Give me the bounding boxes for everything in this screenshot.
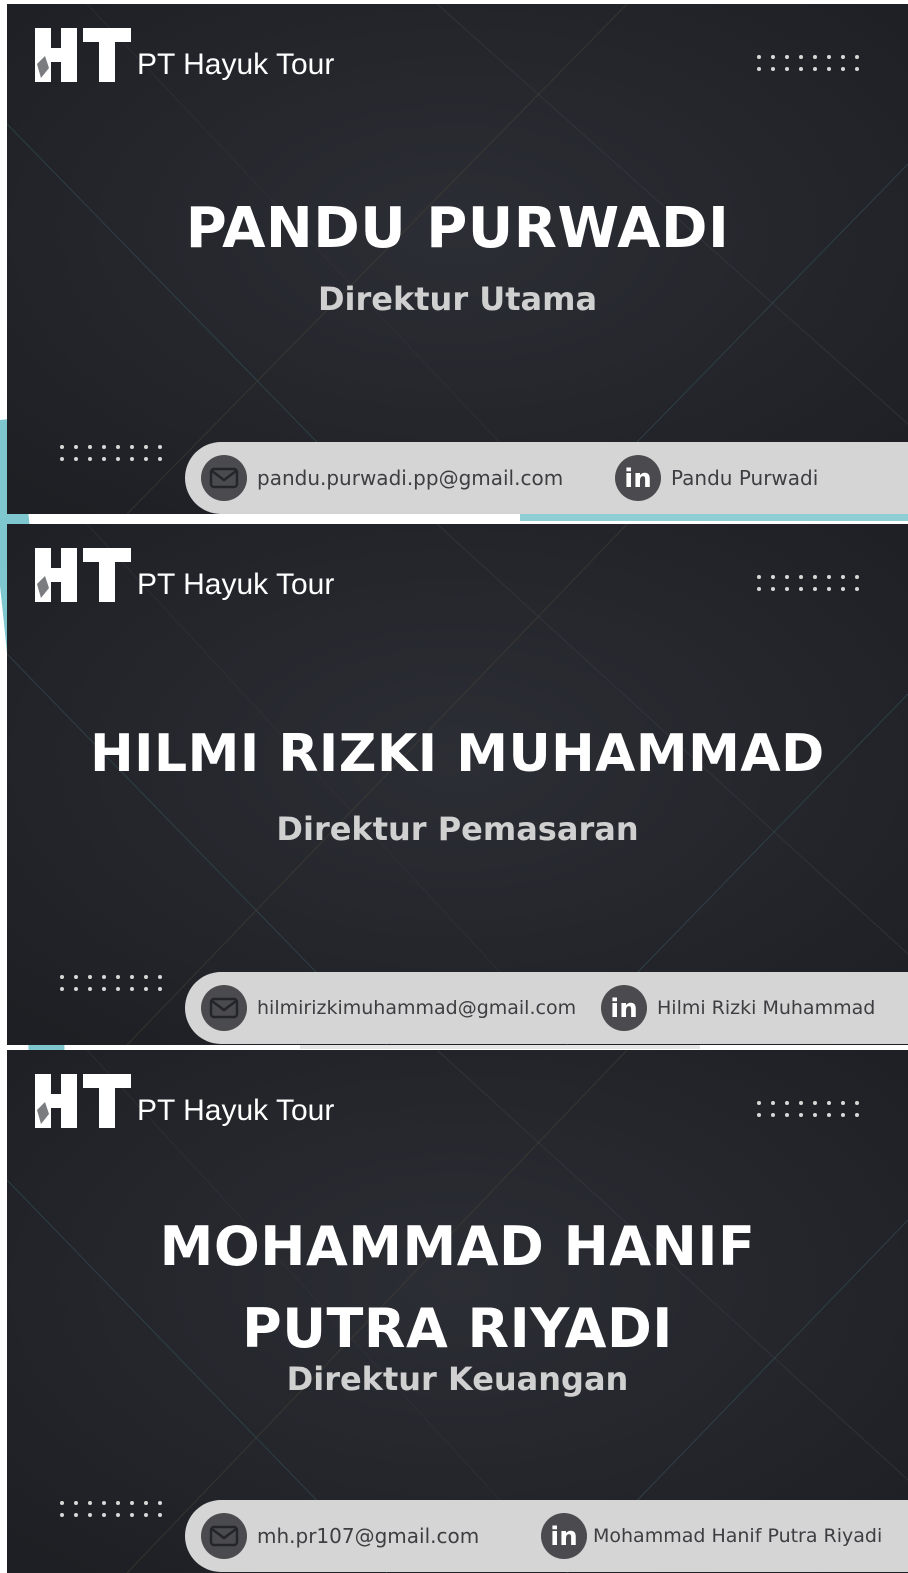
linkedin-contact[interactable]: in Pandu Purwadi [615,442,818,514]
person-name: PANDU PURWADI [7,194,908,264]
company-name: PT Hayuk Tour [137,1094,335,1127]
person-name-line: PANDU PURWADI [185,196,730,261]
email-address[interactable]: hilmirizkimuhammad@gmail.com [257,997,576,1019]
envelope-icon [201,455,247,501]
email-contact[interactable]: hilmirizkimuhammad@gmail.com [201,972,576,1044]
contact-bar: hilmirizkimuhammad@gmail.com in Hilmi Ri… [185,972,908,1044]
email-address[interactable]: mh.pr107@gmail.com [257,1524,479,1548]
email-contact[interactable]: pandu.purwadi.pp@gmail.com [201,442,563,514]
business-card: PT Hayuk Tour HILMI RIZKI MUHAMMAD Direk… [7,524,908,1045]
email-address[interactable]: pandu.purwadi.pp@gmail.com [257,466,563,490]
company-name: PT Hayuk Tour [137,48,335,81]
company-logo: PT Hayuk Tour [35,28,334,82]
company-logo: PT Hayuk Tour [35,1074,334,1128]
envelope-icon [201,985,247,1031]
business-card: PT Hayuk Tour MOHAMMAD HANIF PUTRA RIYAD… [7,1050,908,1573]
business-card: PT Hayuk Tour PANDU PURWADI Direktur Uta… [7,4,908,514]
linkedin-icon: in [541,1513,587,1559]
envelope-icon [201,1513,247,1559]
dot-grid-decoration [60,975,162,991]
dot-grid-decoration [60,1501,162,1517]
dot-grid-decoration [757,1101,859,1117]
linkedin-name[interactable]: Mohammad Hanif Putra Riyadi [593,1525,882,1547]
job-title: Direktur Keuangan [286,1360,629,1398]
contact-bar: mh.pr107@gmail.com in Mohammad Hanif Put… [185,1500,908,1572]
dot-grid-decoration [757,575,859,591]
linkedin-name[interactable]: Hilmi Rizki Muhammad [657,997,875,1019]
linkedin-contact[interactable]: in Hilmi Rizki Muhammad [601,972,875,1044]
person-name-line: PUTRA RIYADI [242,1297,673,1360]
dot-grid-decoration [757,55,859,71]
person-name: MOHAMMAD HANIF PUTRA RIYADI [7,1206,908,1370]
job-title: Direktur Pemasaran [276,810,639,848]
company-logo: PT Hayuk Tour [35,548,334,602]
person-name: HILMI RIZKI MUHAMMAD [7,722,908,787]
ht-logo-mark [35,1074,131,1128]
job-title: Direktur Utama [317,280,598,318]
linkedin-contact[interactable]: in Mohammad Hanif Putra Riyadi [541,1500,882,1572]
contact-bar: pandu.purwadi.pp@gmail.com in Pandu Purw… [185,442,908,514]
linkedin-icon: in [601,985,647,1031]
linkedin-name[interactable]: Pandu Purwadi [671,466,818,490]
dot-grid-decoration [60,445,162,461]
person-name-line: MOHAMMAD HANIF [159,1215,756,1278]
person-name-line: HILMI RIZKI MUHAMMAD [90,724,825,784]
ht-logo-mark [35,548,131,602]
company-name: PT Hayuk Tour [137,568,335,601]
linkedin-icon: in [615,455,661,501]
business-cards-page: PT Hayuk Tour PANDU PURWADI Direktur Uta… [0,0,908,1573]
email-contact[interactable]: mh.pr107@gmail.com [201,1500,479,1572]
ht-logo-mark [35,28,131,82]
